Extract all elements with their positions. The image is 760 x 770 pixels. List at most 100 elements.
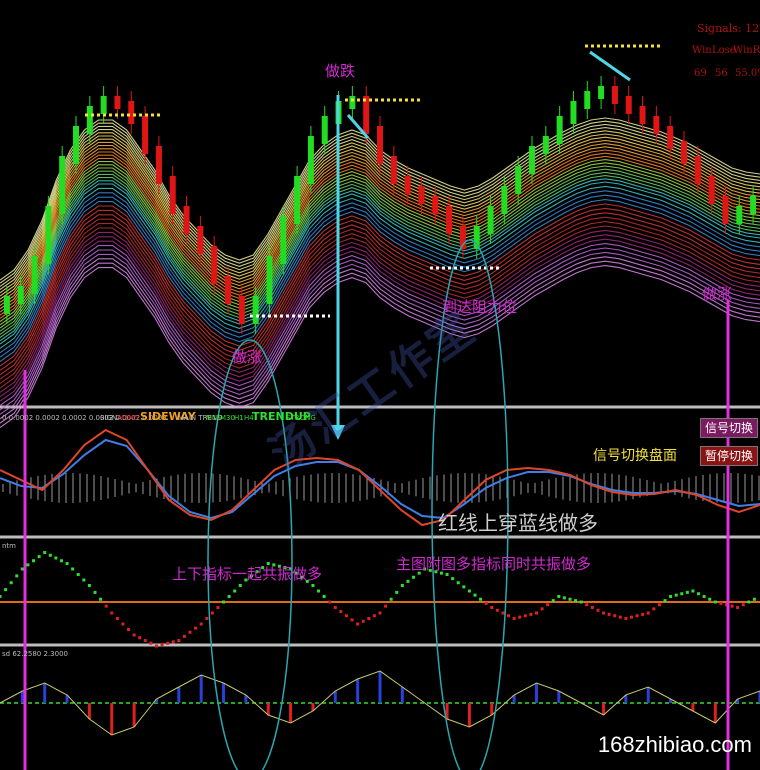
candle-body	[321, 116, 328, 144]
m1-label: M1	[118, 414, 129, 422]
indicator-dot	[4, 588, 8, 592]
indicator-dot	[669, 595, 673, 598]
indicator-dot	[87, 584, 91, 587]
candle-body	[487, 206, 494, 234]
indicator-dot	[194, 626, 198, 630]
ribbon-line	[0, 162, 760, 326]
indicator-dot	[205, 617, 209, 620]
indicator-dot	[719, 601, 723, 605]
indicator-dot	[629, 615, 633, 619]
candle-body	[625, 96, 632, 114]
indicator-dot	[574, 599, 578, 603]
indicator-dot	[752, 597, 756, 601]
indicator-dot	[93, 590, 97, 594]
indicator-dot	[741, 603, 745, 607]
indicator-dot	[730, 604, 734, 608]
indicator-dot	[501, 611, 505, 615]
indicator-dot	[378, 611, 382, 615]
indicator-dot	[596, 608, 600, 612]
candle-body	[515, 166, 522, 194]
candle-body	[266, 256, 273, 304]
candle-body	[17, 286, 24, 304]
indicator-dot	[322, 595, 326, 598]
candle-body	[598, 86, 605, 99]
indicator-dot	[127, 628, 131, 631]
indicator-dot	[361, 619, 365, 623]
indicator-dot	[177, 639, 181, 642]
candle-body	[114, 96, 121, 109]
indicator-dot	[736, 606, 740, 609]
indicator-dot	[607, 612, 611, 616]
indicator-dot	[110, 611, 114, 615]
candle-body	[611, 86, 618, 104]
candle-body	[681, 141, 687, 164]
candle-body	[446, 206, 453, 234]
candle-body	[128, 101, 135, 124]
site-watermark: 168zhibiao.com	[597, 732, 752, 757]
indicator-dot	[490, 606, 494, 609]
indicator-dot	[657, 603, 661, 607]
winrate-value: 55.0%	[735, 68, 760, 79]
indicator-dot	[546, 603, 550, 607]
candle-body	[100, 96, 107, 114]
candle-body	[529, 146, 535, 174]
signal-switch-button[interactable]: 信号切换	[700, 418, 758, 438]
candle-body	[197, 226, 204, 254]
candle-body	[169, 176, 176, 214]
candle-body	[252, 296, 259, 324]
candle-body	[750, 196, 757, 214]
indicator-dot	[356, 622, 360, 626]
indicator-dot	[222, 600, 226, 604]
pause-switch-button[interactable]: 暂停切换	[700, 446, 758, 466]
candle-body	[570, 101, 577, 124]
indicator-dot	[32, 559, 36, 563]
candle-body	[404, 176, 411, 194]
indicator-dot	[579, 600, 583, 604]
indicator-dot	[685, 590, 689, 594]
indicator-dot	[451, 577, 455, 581]
indicator-dot	[495, 608, 499, 612]
indicator-dot	[590, 606, 594, 609]
ribbon-line	[0, 152, 760, 316]
signals-count: Signals: 125	[697, 22, 760, 35]
candle-body	[280, 216, 287, 264]
indicator-dot	[691, 589, 695, 593]
indicator-dot	[210, 611, 214, 615]
candle-body	[418, 186, 425, 204]
candle-body	[501, 186, 508, 214]
annotation-long-right: 做涨	[702, 285, 733, 303]
indicator-dot	[747, 600, 751, 604]
indicator-dot	[104, 604, 108, 608]
candle-body	[377, 126, 383, 164]
annotation-red-cross-blue: 红线上穿蓝线做多	[438, 511, 598, 535]
indicator-dot	[680, 592, 684, 596]
annotation-switch-panel: 信号切换盘面	[593, 448, 677, 464]
indicator-dot	[344, 614, 348, 618]
indicator-dot	[523, 614, 527, 618]
indicator-dot	[154, 644, 158, 648]
indicator-dot	[233, 589, 237, 593]
indicator-dot	[59, 559, 63, 563]
rsi-label: sd 62.2580 2.3000	[2, 650, 68, 658]
indicator-dot	[697, 592, 701, 596]
annotation-resonance-1: 上下指标一起共振做多	[172, 565, 323, 583]
indicator-dot	[400, 584, 404, 587]
osc-label: ntm	[2, 542, 16, 550]
indicator-dot	[613, 614, 617, 618]
indicator-dot	[384, 604, 388, 608]
indicator-dot	[367, 617, 371, 620]
indicator-dot	[350, 618, 354, 622]
indicator-dot	[618, 615, 622, 619]
indicator-dot	[702, 595, 706, 598]
indicator-dot	[132, 633, 136, 637]
candle-body	[86, 106, 93, 134]
m5-label: M5	[128, 414, 139, 422]
indicator-dot	[227, 595, 231, 598]
indicator-dot	[412, 575, 416, 579]
candle-body	[708, 176, 715, 204]
indicator-dot	[71, 567, 75, 571]
rsi-indicator	[0, 670, 760, 736]
annotation-long-left: 做涨	[232, 348, 263, 366]
indicator-dot	[149, 641, 153, 645]
indicator-dot	[339, 610, 343, 614]
